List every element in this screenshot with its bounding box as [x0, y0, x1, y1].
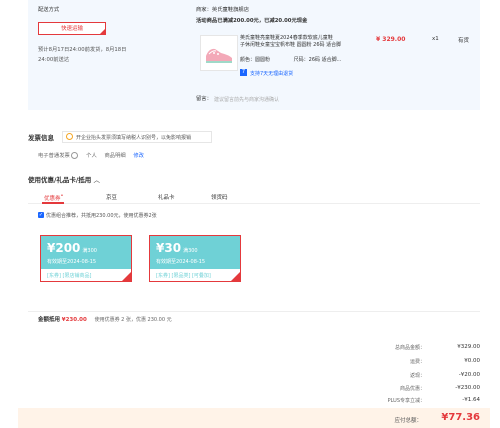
sneaker-icon [206, 48, 232, 63]
product-spec: 颜色：圆圆粉 尺码：26码 适合脚... [240, 56, 341, 63]
product-title-line2: 子休闲鞋女童宝宝帆布鞋 圆圆粉 26码 适合脚 [240, 41, 342, 48]
invoice-tip: 开企业抬头发票须填写纳税人识别号，以免影响报销 [76, 135, 192, 141]
return-policy[interactable]: 支持7天无理由退货 [250, 70, 293, 77]
tab-gift-card[interactable]: 礼品卡 [158, 193, 175, 201]
selected-corner-icon [122, 272, 131, 281]
discount-value: -¥230.00 [455, 385, 480, 391]
shipping-label: 运费： [409, 359, 425, 365]
tab-jingdou[interactable]: 京豆 [106, 193, 117, 201]
seller-info: 商家：英氏童鞋旗舰店 [196, 7, 249, 14]
coupon-condition: 满300 [183, 248, 198, 254]
promo-text: 活动商品已满减200.00元，已减20.00元现金 [196, 18, 308, 24]
product-title-line1: 英氏童鞋亮童鞋夏2024春季款软底儿童鞋 [240, 35, 333, 41]
cashback-value: -¥20.00 [458, 372, 480, 378]
order-panel [28, 0, 480, 110]
invoice-type: 电子普通发票 [38, 153, 70, 159]
total-goods-value: ¥329.00 [457, 344, 480, 350]
bulb-icon [66, 133, 73, 140]
coupon-card[interactable]: ¥30 满300 有效期至2024-08-15 [东券] [限品类] [可叠加] [149, 235, 241, 282]
delivery-title: 配送方式 [38, 7, 60, 13]
coupon-card[interactable]: ¥200 满300 有效期至2024-08-15 [东券] [限店铺商品] [40, 235, 132, 282]
coupon-summary-divider [28, 311, 480, 312]
express-delivery-button[interactable]: 快速运输 [38, 22, 106, 35]
size-value: 26码 适合脚... [308, 57, 342, 63]
remark-input[interactable]: 建议留言前先与商家沟通确认 [214, 96, 279, 103]
coupons-title-label: 使用优惠/礼品卡/抵用 [28, 176, 92, 184]
invoice-edit-link[interactable]: 修改 [133, 153, 144, 159]
info-icon [71, 152, 79, 159]
plus-discount-value: -¥1.64 [462, 397, 480, 403]
return-badge-icon: 7 [240, 69, 247, 76]
tab-coupons-badge: • [60, 193, 64, 199]
color-value: 圆圆粉 [255, 57, 271, 63]
tab-pickup-code[interactable]: 领货码 [211, 193, 228, 201]
color-label: 颜色： [240, 57, 256, 63]
combo-text: 优惠组合推荐，共抵用230.00元，使用优惠券2张 [46, 213, 157, 219]
coupon-summary: 金额抵用 ¥230.00 使用优惠券 2 张，优惠 230.00 元 [38, 315, 172, 323]
product-qty: x1 [432, 36, 439, 42]
combo-checkbox[interactable]: ✓ [38, 212, 44, 218]
summary-detail: 使用优惠券 2 张，优惠 230.00 元 [94, 317, 172, 323]
pay-total-label: 应付总额： [394, 418, 422, 424]
product-stock: 有货 [458, 38, 470, 44]
seller-label: 商家： [196, 7, 212, 13]
remark-label: 留言： [196, 96, 212, 102]
delivery-estimate-line2: 24:00前送达 [38, 57, 70, 63]
tab-coupons[interactable]: 优惠券• [44, 193, 63, 202]
seller-name[interactable]: 英氏童鞋旗舰店 [212, 7, 249, 13]
product-title[interactable]: 英氏童鞋亮童鞋夏2024春季款软底儿童鞋 子休闲鞋女童宝宝帆布鞋 圆圆粉 26码… [240, 35, 360, 49]
tab-active-indicator [42, 202, 64, 204]
coupon-amount: ¥30 [156, 241, 182, 255]
coupon-date: 有效期至2024-08-15 [47, 259, 97, 265]
coupon-amount: ¥200 [47, 241, 81, 255]
summary-amount: ¥230.00 [61, 317, 87, 323]
coupon-scope: [东券] [限品类] [可叠加] [150, 269, 240, 281]
selected-corner-icon [231, 272, 240, 281]
invoice-person: 个人 [86, 153, 97, 159]
delivery-estimate-line1: 预计8月17日24:00前发货，8月18日 [38, 47, 127, 53]
shipping-value: ¥0.00 [464, 358, 480, 364]
total-goods-label: 总商品金额： [394, 345, 425, 351]
coupon-scope: [东券] [限店铺商品] [41, 269, 131, 281]
product-price: ¥ 329.00 [376, 36, 406, 43]
chevron-up-icon: ︿ [93, 176, 101, 184]
plus-discount-label: PLUS专享立减： [387, 398, 425, 404]
coupon-date: 有效期至2024-08-15 [156, 259, 206, 265]
cashback-label: 返现： [409, 373, 425, 379]
coupon-condition: 满300 [82, 248, 97, 254]
discount-label: 商品优惠： [399, 386, 425, 392]
size-label: 尺码： [293, 57, 309, 63]
summary-label: 金额抵用 [38, 317, 61, 323]
coupon-amount-line: ¥200 满300 [47, 241, 97, 255]
tab-divider [28, 203, 480, 204]
invoice-detail: 商品明细 [104, 153, 126, 159]
product-image[interactable] [200, 35, 238, 71]
invoice-title: 发票信息 [28, 134, 54, 142]
tab-coupons-label: 优惠券 [44, 195, 61, 202]
coupon-amount-line: ¥30 满300 [156, 241, 198, 255]
coupons-title[interactable]: 使用优惠/礼品卡/抵用 ︿ [28, 174, 100, 184]
pay-total-value: ¥77.36 [441, 412, 480, 423]
invoice-line: 电子普通发票 个人 商品明细 修改 [38, 151, 144, 159]
